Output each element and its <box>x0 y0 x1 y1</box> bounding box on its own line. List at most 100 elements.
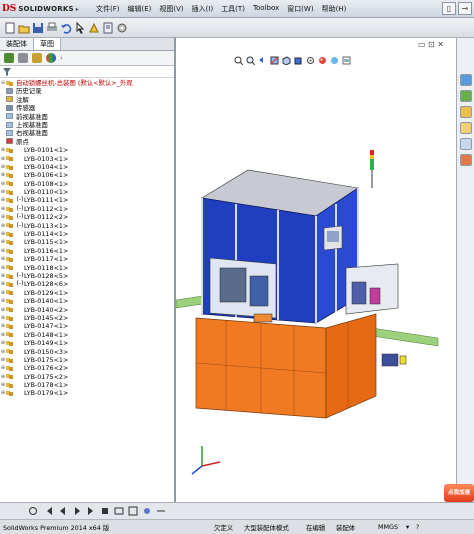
tree-part-item[interactable]: ⊕ (-) LYB-0128<6> <box>0 280 174 288</box>
tree-part-item[interactable]: ⊕ LYB-0148<1> <box>0 331 174 339</box>
units-selector[interactable]: MMGS <box>378 523 398 531</box>
tree-part-item[interactable]: ⊕ LYB-0118<1> <box>0 264 174 272</box>
tree-part-label: LYB-0147<1> <box>24 322 69 331</box>
tree-feature-item[interactable]: 历史记录 <box>0 87 174 95</box>
save-animation-icon[interactable] <box>128 506 138 516</box>
filter-funnel-icon[interactable] <box>3 68 11 76</box>
menu-tools[interactable]: 工具(T) <box>217 3 249 15</box>
dimension-icon[interactable] <box>156 506 166 516</box>
zoom-to-area-icon[interactable] <box>246 56 255 65</box>
resources-icon[interactable] <box>460 74 472 86</box>
tree-part-item[interactable]: ⊕ LYB-0149<1> <box>0 339 174 347</box>
help-icon[interactable]: ? <box>416 523 419 531</box>
tree-part-item[interactable]: ⊕ LYB-0140<1> <box>0 297 174 305</box>
apply-scene-icon[interactable] <box>330 56 339 65</box>
undo-icon[interactable] <box>60 22 72 34</box>
open-folder-icon[interactable] <box>18 22 30 34</box>
tree-feature-item[interactable]: 传感器 <box>0 104 174 112</box>
stop-icon[interactable] <box>100 506 110 516</box>
configuration-manager-icon[interactable] <box>32 53 42 63</box>
speed-up-badge[interactable]: 点我加速 <box>444 484 474 502</box>
tree-feature-item[interactable]: 前视基准面 <box>0 113 174 121</box>
fast-forward-icon[interactable] <box>86 506 96 516</box>
menu-view[interactable]: 视图(V) <box>155 3 187 15</box>
section-view-icon[interactable] <box>270 56 279 65</box>
tree-part-item[interactable]: ⊕ (-) LYB-0111<1> <box>0 196 174 204</box>
tree-part-item[interactable]: ⊕ LYB-0108<1> <box>0 180 174 188</box>
tree-part-item[interactable]: ⊕ (-) LYB-0113<1> <box>0 222 174 230</box>
view-palette-icon[interactable] <box>460 122 472 134</box>
tab-assembly[interactable]: 装配体 <box>0 38 34 50</box>
tree-part-item[interactable]: ⊕ LYB-0179<1> <box>0 389 174 397</box>
tree-part-item[interactable]: ⊕ LYB-0178<1> <box>0 381 174 389</box>
file-explorer-icon[interactable] <box>460 106 472 118</box>
tree-feature-item[interactable]: 右视基准面 <box>0 129 174 137</box>
tree-part-item[interactable]: ⊕ LYB-0110<1> <box>0 188 174 196</box>
tree-part-item[interactable]: ⊕ LYB-0101<1> <box>0 146 174 154</box>
view-orientation-icon[interactable] <box>282 56 291 65</box>
menu-insert[interactable]: 插入(I) <box>188 3 218 15</box>
options-gear-icon[interactable] <box>116 22 128 34</box>
tree-feature-item[interactable]: 原点 <box>0 138 174 146</box>
solidworks-logo[interactable]: DS SOLIDWORKS ▸ <box>2 2 79 16</box>
rebuild-icon[interactable] <box>88 22 100 34</box>
menu-window[interactable]: 窗口(W) <box>283 3 317 15</box>
file-properties-icon[interactable] <box>102 22 114 34</box>
tree-part-item[interactable]: ⊕ LYB-0145<2> <box>0 314 174 322</box>
units-dropdown-icon[interactable]: ▾ <box>406 523 409 531</box>
feature-tree-icon[interactable] <box>4 53 14 63</box>
select-arrow-icon[interactable] <box>74 22 86 34</box>
tree-part-item[interactable]: ⊕ LYB-0150<3> <box>0 348 174 356</box>
property-manager-icon[interactable] <box>18 53 28 63</box>
motion-study-icon[interactable] <box>142 506 152 516</box>
menu-help[interactable]: 帮助(H) <box>318 3 351 15</box>
logo-dropdown-icon[interactable]: ▸ <box>76 6 79 13</box>
tree-part-item[interactable]: ⊕ (-) LYB-0128<5> <box>0 272 174 280</box>
appearances-icon[interactable] <box>460 138 472 150</box>
tree-part-item[interactable]: ⊕ (-) LYB-0112<2> <box>0 213 174 221</box>
graphics-area[interactable]: ▭ ⊡ ✕ <box>176 38 456 502</box>
tree-part-item[interactable]: ⊕ LYB-0104<1> <box>0 163 174 171</box>
save-icon[interactable] <box>32 22 44 34</box>
tree-part-item[interactable]: ⊕ LYB-0176<2> <box>0 364 174 372</box>
tree-part-item[interactable]: ⊕ LYB-0115<1> <box>0 238 174 246</box>
first-view-icon[interactable] <box>28 506 38 516</box>
menu-file[interactable]: 文件(F) <box>92 3 124 15</box>
tree-part-item[interactable]: ⊕ LYB-0175<2> <box>0 373 174 381</box>
print-icon[interactable] <box>46 22 58 34</box>
zoom-to-fit-icon[interactable] <box>234 56 243 65</box>
tree-part-item[interactable]: ⊕ LYB-0175<1> <box>0 356 174 364</box>
new-document-icon[interactable]: ▯ <box>442 2 456 15</box>
edit-appearance-icon[interactable] <box>318 56 327 65</box>
tree-part-item[interactable]: ⊕ LYB-0106<1> <box>0 171 174 179</box>
tree-part-item[interactable]: ⊕ LYB-0114<1> <box>0 230 174 238</box>
custom-properties-icon[interactable] <box>460 154 472 166</box>
tree-part-item[interactable]: ⊕ (-) LYB-0112<1> <box>0 205 174 213</box>
hide-show-items-icon[interactable] <box>306 56 315 65</box>
tree-feature-item[interactable]: 注解 <box>0 96 174 104</box>
tree-part-item[interactable]: ⊕ LYB-0103<1> <box>0 155 174 163</box>
display-style-icon[interactable] <box>294 56 303 65</box>
tree-part-item[interactable]: ⊕ LYB-0117<1> <box>0 255 174 263</box>
viewport-restore-icon[interactable]: ▭ ⊡ ✕ <box>418 40 444 49</box>
menu-edit[interactable]: 编辑(E) <box>124 3 156 15</box>
assembly-model-render[interactable] <box>176 118 456 438</box>
tree-part-item[interactable]: ⊕ LYB-0116<1> <box>0 247 174 255</box>
panel-expand-icon[interactable]: › <box>60 54 63 62</box>
pushpin-icon[interactable]: ⊸ <box>458 2 472 15</box>
view-settings-icon[interactable] <box>342 56 351 65</box>
tree-part-item[interactable]: ⊕ LYB-0147<1> <box>0 322 174 330</box>
record-icon[interactable] <box>114 506 124 516</box>
menu-toolbox[interactable]: Toolbox <box>249 3 283 15</box>
play-icon[interactable] <box>72 506 82 516</box>
design-library-icon[interactable] <box>460 90 472 102</box>
part-state-prefix: (-) <box>16 204 24 212</box>
tree-part-item[interactable]: ⊕ LYB-0129<1> <box>0 289 174 297</box>
display-manager-icon[interactable] <box>46 53 56 63</box>
new-file-icon[interactable] <box>4 22 16 34</box>
tab-sketch[interactable]: 草图 <box>34 38 61 50</box>
rewind-icon[interactable] <box>44 506 54 516</box>
tree-part-item[interactable]: ⊕ LYB-0140<2> <box>0 306 174 314</box>
previous-view-icon[interactable] <box>258 56 267 65</box>
play-back-icon[interactable] <box>58 506 68 516</box>
